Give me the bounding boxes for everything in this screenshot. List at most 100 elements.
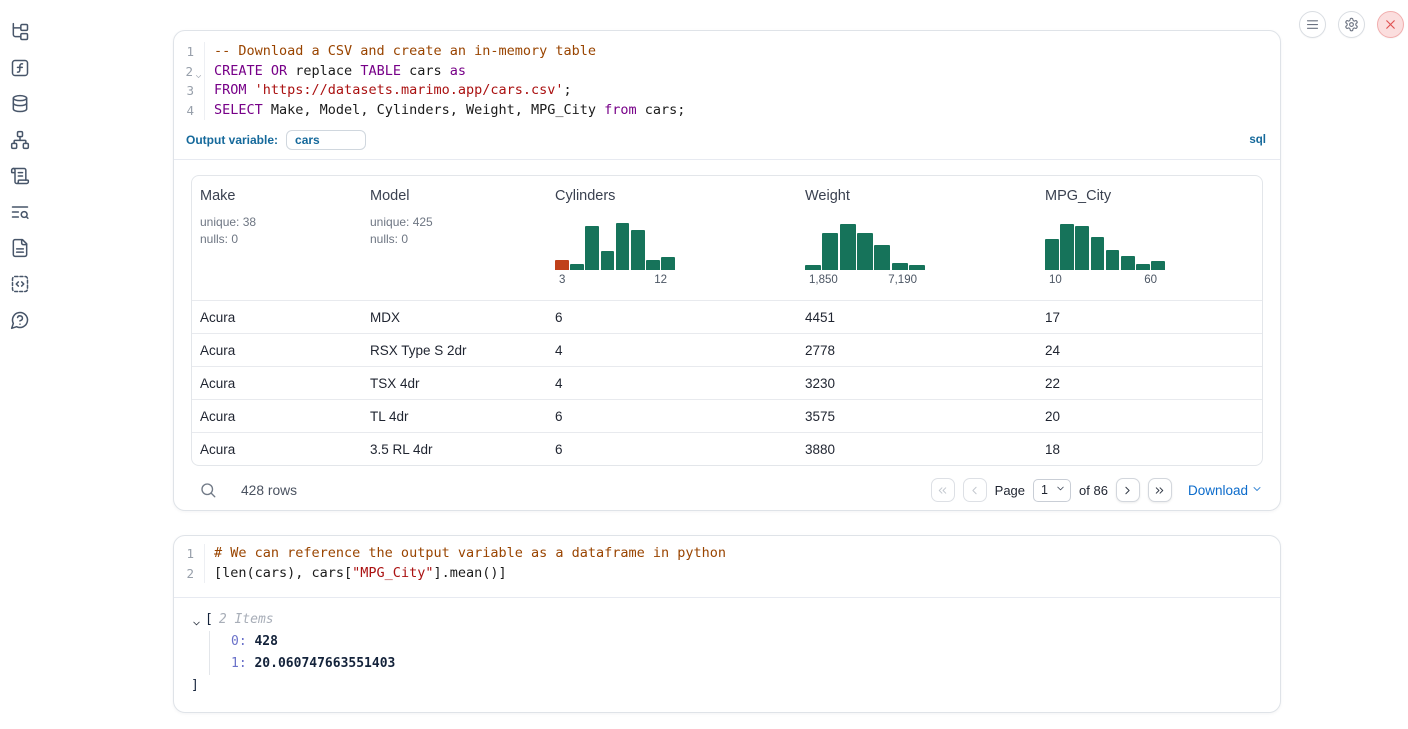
histogram-bar bbox=[1136, 264, 1150, 270]
help-icon[interactable] bbox=[10, 310, 30, 330]
snippets-icon[interactable] bbox=[10, 274, 30, 294]
dependency-graph-icon[interactable] bbox=[10, 130, 30, 150]
line-number: 1 bbox=[174, 544, 205, 564]
marimo-notebook-app: 1 -- Download a CSV and create an in-memo… bbox=[0, 0, 1408, 729]
histogram-bar bbox=[631, 230, 645, 271]
code-text: # We can reference the output variable a… bbox=[205, 544, 726, 564]
page-number-value: 1 bbox=[1041, 483, 1048, 497]
column-stats: unique: 38nulls: 0 bbox=[200, 214, 354, 247]
code-text: FROM 'https://datasets.marimo.app/cars.c… bbox=[205, 81, 572, 101]
code-line[interactable]: 4SELECT Make, Model, Cylinders, Weight, … bbox=[174, 101, 1280, 121]
pagination: Page 1 of 86 bbox=[931, 478, 1172, 502]
table-cell: 4 bbox=[547, 376, 797, 391]
next-page-button[interactable] bbox=[1116, 478, 1140, 502]
sql-output-area: Make unique: 38nulls: 0Modelunique: 425nu… bbox=[174, 160, 1280, 511]
table-cell: Acura bbox=[192, 376, 362, 391]
settings-button[interactable] bbox=[1338, 11, 1365, 38]
table-cell: 2778 bbox=[797, 343, 1037, 358]
collapse-caret-icon[interactable] bbox=[191, 615, 202, 626]
histogram-bar bbox=[892, 263, 908, 271]
database-icon[interactable] bbox=[10, 94, 30, 114]
first-page-button[interactable] bbox=[931, 478, 955, 502]
table-cell: RSX Type S 2dr bbox=[362, 343, 547, 358]
table-cell: 3880 bbox=[797, 442, 1037, 457]
left-sidebar-panel bbox=[10, 22, 30, 330]
code-line[interactable]: 1# We can reference the output variable … bbox=[174, 544, 1280, 564]
code-text: SELECT Make, Model, Cylinders, Weight, M… bbox=[205, 101, 685, 121]
code-line[interactable]: 2[len(cars), cars["MPG_City"].mean()] bbox=[174, 564, 1280, 584]
column-name: MPG_City bbox=[1045, 188, 1254, 204]
python-output-tree: [ 2 Items 0: 4281: 20.060747663551403 ] bbox=[174, 598, 1280, 713]
column-histogram bbox=[805, 218, 925, 270]
table-cell: TSX 4dr bbox=[362, 376, 547, 391]
last-page-button[interactable] bbox=[1148, 478, 1172, 502]
code-line[interactable]: 1-- Download a CSV and create an in-memo… bbox=[174, 42, 1280, 62]
table-cell: 6 bbox=[547, 310, 797, 325]
shutdown-button[interactable] bbox=[1377, 11, 1404, 38]
tree-entries: 0: 4281: 20.060747663551403 bbox=[209, 631, 1264, 675]
table-cell: 6 bbox=[547, 442, 797, 457]
histogram-bar bbox=[601, 251, 615, 271]
code-line[interactable]: 3FROM 'https://datasets.marimo.app/cars.… bbox=[174, 81, 1280, 101]
histogram-bar bbox=[570, 264, 584, 270]
fold-caret-icon[interactable] bbox=[194, 67, 203, 76]
table-cell: 6 bbox=[547, 409, 797, 424]
line-number: 4 bbox=[174, 101, 205, 121]
table-row[interactable]: Acura3.5 RL 4dr6388018 bbox=[192, 432, 1262, 465]
column-header-make[interactable]: Make unique: 38nulls: 0 bbox=[192, 176, 362, 300]
histogram-bar bbox=[1121, 256, 1135, 271]
search-icon[interactable] bbox=[199, 481, 217, 499]
download-button[interactable]: Download bbox=[1188, 483, 1263, 498]
column-name: Weight bbox=[805, 188, 1029, 204]
download-label: Download bbox=[1188, 483, 1248, 498]
histogram-bar bbox=[874, 245, 890, 270]
open-bracket: [ bbox=[205, 609, 213, 631]
table-cell: TL 4dr bbox=[362, 409, 547, 424]
column-name: Make bbox=[200, 188, 354, 204]
logs-icon[interactable] bbox=[10, 202, 30, 222]
column-header-mpg_city[interactable]: MPG_City1060 bbox=[1037, 176, 1262, 300]
top-right-controls bbox=[1299, 11, 1404, 38]
histogram-bar bbox=[1060, 224, 1074, 271]
code-line[interactable]: 2CREATE OR replace TABLE cars as bbox=[174, 62, 1280, 82]
histogram-bar bbox=[857, 233, 873, 270]
table-cell: Acura bbox=[192, 343, 362, 358]
tree-entry-index: 0: bbox=[231, 634, 254, 649]
table-cell: 4 bbox=[547, 343, 797, 358]
column-header-weight[interactable]: Weight1,8507,190 bbox=[797, 176, 1037, 300]
table-cell: 18 bbox=[1037, 442, 1262, 457]
table-row[interactable]: AcuraRSX Type S 2dr4277824 bbox=[192, 333, 1262, 366]
menu-button[interactable] bbox=[1299, 11, 1326, 38]
line-number: 2 bbox=[174, 564, 205, 584]
document-icon[interactable] bbox=[10, 238, 30, 258]
column-header-cylinders[interactable]: Cylinders312 bbox=[547, 176, 797, 300]
column-histogram bbox=[1045, 218, 1165, 270]
histogram-bar bbox=[1045, 239, 1059, 270]
table-cell: 17 bbox=[1037, 310, 1262, 325]
chevron-down-icon bbox=[1055, 483, 1066, 497]
code-text: [len(cars), cars["MPG_City"].mean()] bbox=[205, 564, 507, 584]
tree-root-row: [ 2 Items bbox=[191, 609, 1264, 631]
output-variable-input[interactable]: cars bbox=[286, 130, 366, 150]
script-icon[interactable] bbox=[10, 166, 30, 186]
table-row[interactable]: AcuraMDX6445117 bbox=[192, 300, 1262, 333]
table-row[interactable]: AcuraTL 4dr6357520 bbox=[192, 399, 1262, 432]
histogram-bar bbox=[585, 226, 599, 270]
table-cell: Acura bbox=[192, 442, 362, 457]
function-icon[interactable] bbox=[10, 58, 30, 78]
page-number-select[interactable]: 1 bbox=[1033, 479, 1071, 502]
histogram-axis-labels: 312 bbox=[555, 274, 675, 286]
column-header-model[interactable]: Modelunique: 425nulls: 0 bbox=[362, 176, 547, 300]
page-total-label: of 86 bbox=[1079, 483, 1108, 498]
sql-code-editor[interactable]: 1-- Download a CSV and create an in-memo… bbox=[174, 31, 1280, 126]
table-row[interactable]: AcuraTSX 4dr4323022 bbox=[192, 366, 1262, 399]
close-bracket: ] bbox=[191, 675, 1264, 697]
python-cell: 1# We can reference the output variable … bbox=[173, 535, 1281, 713]
tree-entry: 1: 20.060747663551403 bbox=[231, 653, 1264, 675]
code-text: -- Download a CSV and create an in-memor… bbox=[205, 42, 596, 62]
file-tree-icon[interactable] bbox=[10, 22, 30, 42]
row-count-label: 428 rows bbox=[241, 483, 297, 498]
python-code-editor[interactable]: 1# We can reference the output variable … bbox=[174, 536, 1280, 597]
histogram-bar bbox=[840, 224, 856, 271]
previous-page-button[interactable] bbox=[963, 478, 987, 502]
